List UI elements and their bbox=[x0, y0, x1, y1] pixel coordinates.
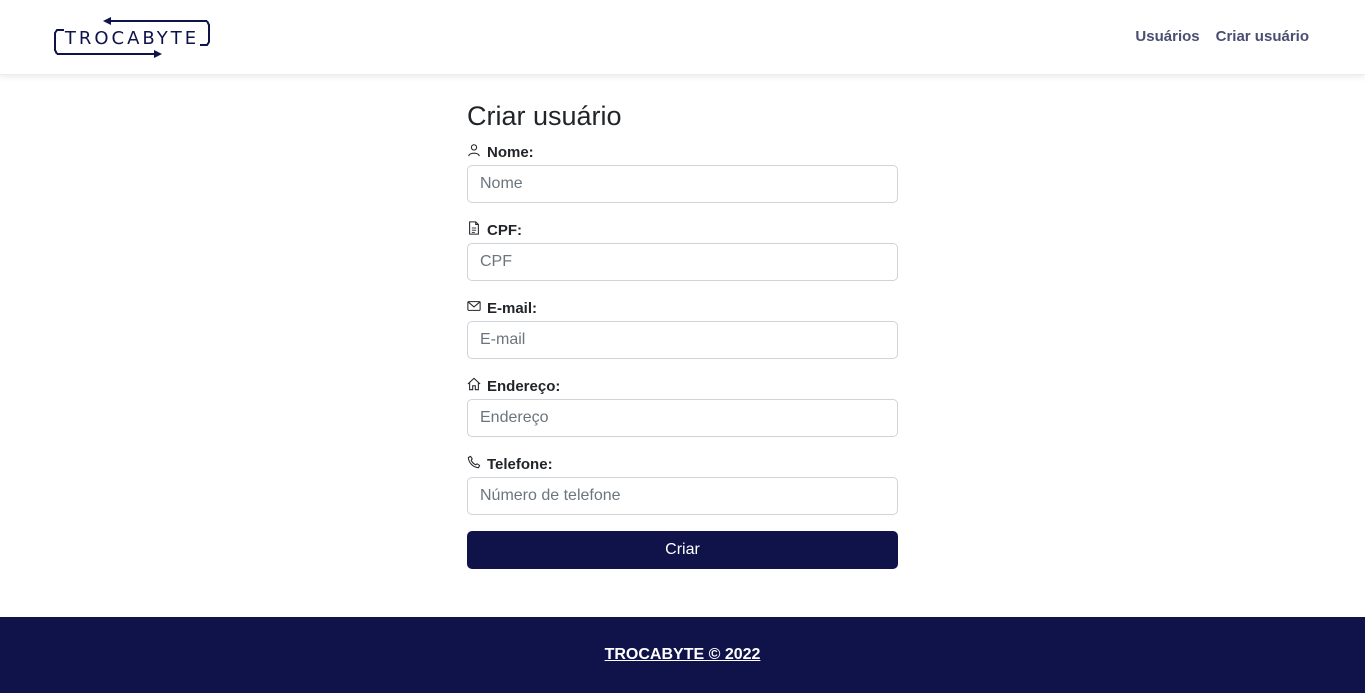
page-title: Criar usuário bbox=[467, 101, 622, 131]
field-endereco: Endereço: bbox=[467, 375, 898, 437]
telefone-label: Telefone: bbox=[467, 453, 898, 475]
field-email: E-mail: bbox=[467, 297, 898, 359]
nav-link-criar-usuario[interactable]: Criar usuário bbox=[1216, 28, 1309, 46]
endereco-input[interactable] bbox=[467, 399, 898, 437]
logo-text: TROCABYTE bbox=[64, 28, 200, 49]
nome-label: Nome: bbox=[467, 141, 898, 163]
cpf-label: CPF: bbox=[467, 219, 898, 241]
telefone-input[interactable] bbox=[467, 477, 898, 515]
envelope-icon bbox=[467, 301, 481, 311]
nav-links: Usuários Criar usuário bbox=[1135, 28, 1309, 46]
email-label: E-mail: bbox=[467, 297, 898, 319]
cpf-input[interactable] bbox=[467, 243, 898, 281]
field-nome: Nome: bbox=[467, 141, 898, 203]
footer: TROCABYTE © 2022 bbox=[0, 617, 1365, 693]
nome-input[interactable] bbox=[467, 165, 898, 203]
phone-icon bbox=[467, 455, 481, 469]
create-user-form: Criar usuário Nome: CPF: bbox=[467, 100, 898, 569]
person-icon bbox=[468, 144, 480, 157]
footer-link[interactable]: TROCABYTE © 2022 bbox=[605, 646, 761, 664]
email-input[interactable] bbox=[467, 321, 898, 359]
brand-logo[interactable]: TROCABYTE bbox=[52, 17, 212, 59]
field-cpf: CPF: bbox=[467, 219, 898, 281]
field-telefone: Telefone: bbox=[467, 453, 898, 515]
document-icon bbox=[469, 221, 479, 235]
navbar: TROCABYTE Usuários Criar usuário bbox=[0, 0, 1365, 75]
endereco-label: Endereço: bbox=[467, 375, 898, 397]
nav-link-usuarios[interactable]: Usuários bbox=[1135, 28, 1199, 46]
criar-button[interactable]: Criar bbox=[467, 531, 898, 569]
house-icon bbox=[467, 377, 481, 391]
